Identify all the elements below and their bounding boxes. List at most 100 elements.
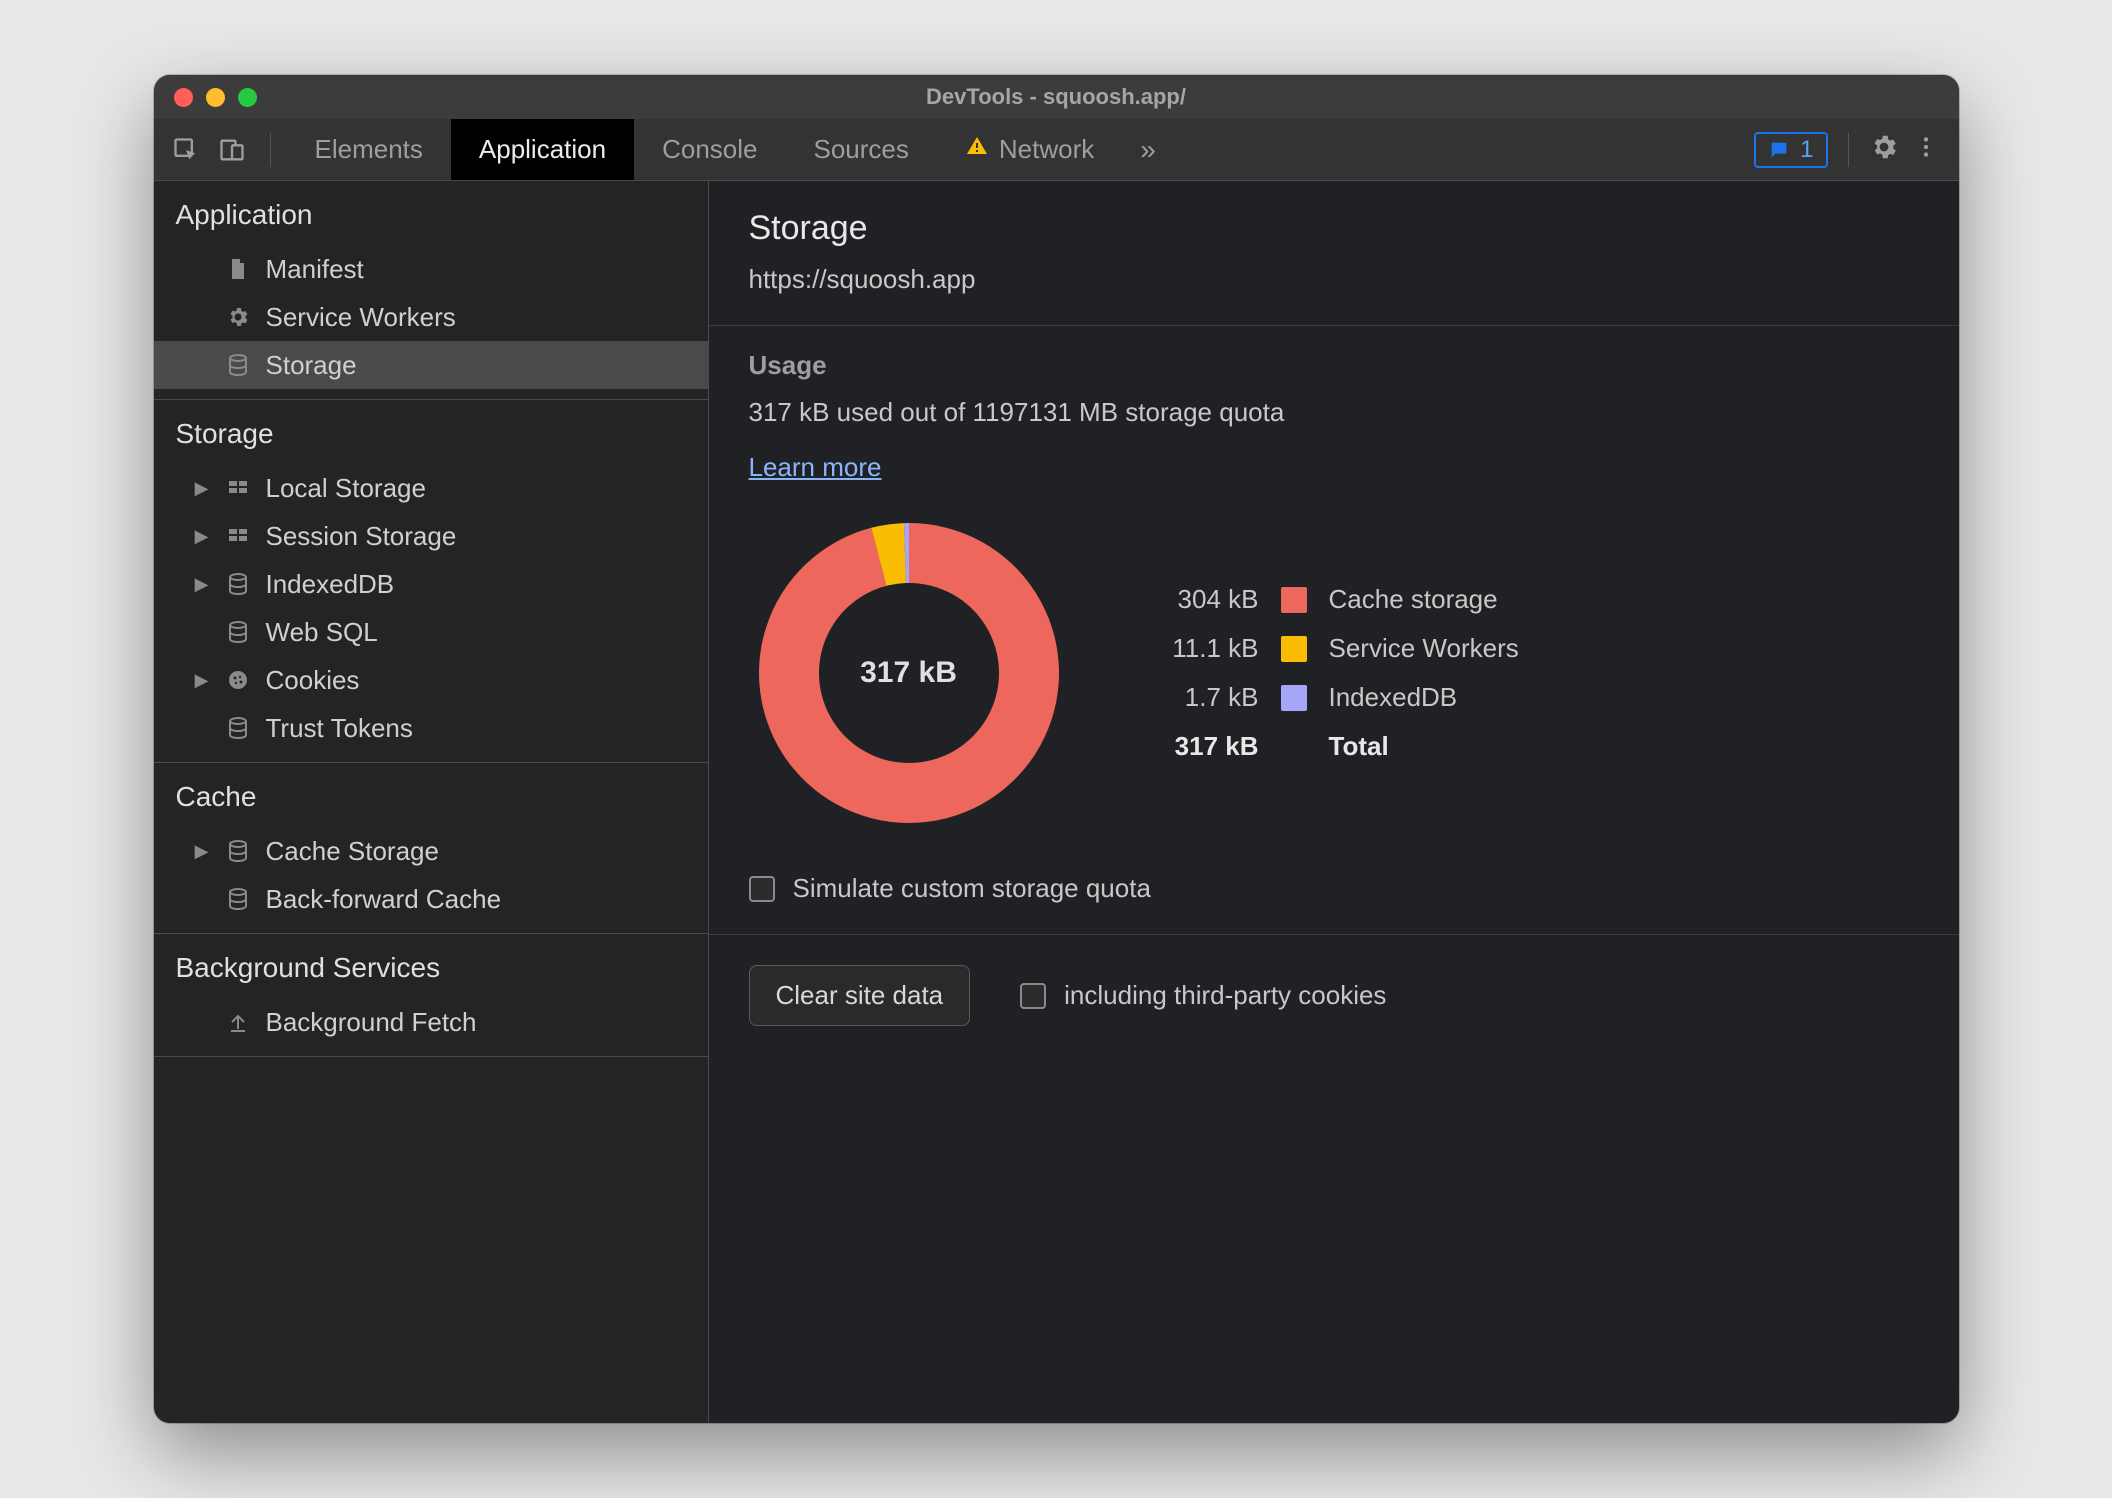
devtools-window: DevTools - squoosh.app/ Elements Applica…	[154, 75, 1959, 1423]
chevron-right-icon: ▶	[194, 670, 210, 691]
sidebar-item-back-forward-cache[interactable]: ▶Back-forward Cache	[154, 875, 708, 923]
chevron-right-icon: ▶	[194, 526, 210, 547]
sidebar-item-label: Back-forward Cache	[266, 884, 502, 915]
sidebar-item-label: Background Fetch	[266, 1007, 477, 1038]
usage-summary: 317 kB used out of 1197131 MB storage qu…	[749, 397, 1919, 428]
chevron-double-right-icon: »	[1140, 134, 1156, 166]
devtools-toolbar: Elements Application Console Sources Net…	[154, 119, 1959, 181]
inspect-element-icon[interactable]	[172, 136, 200, 164]
sidebar-item-label: Web SQL	[266, 617, 378, 648]
sidebar-item-label: Cookies	[266, 665, 360, 696]
database-icon	[224, 887, 252, 911]
database-icon	[224, 620, 252, 644]
legend-label: Cache storage	[1329, 584, 1519, 615]
separator	[1848, 133, 1849, 167]
panel-title: Storage	[749, 209, 1919, 248]
sidebar-item-trust-tokens[interactable]: ▶Trust Tokens	[154, 704, 708, 752]
legend-size: 304 kB	[1149, 584, 1259, 615]
cookie-icon	[224, 668, 252, 692]
minimize-icon[interactable]	[206, 88, 225, 107]
tab-overflow[interactable]: »	[1122, 119, 1174, 180]
sidebar-section-heading: Background Services	[154, 934, 708, 998]
sidebar-item-indexeddb[interactable]: ▶ IndexedDB	[154, 560, 708, 608]
sidebar-item-label: IndexedDB	[266, 569, 395, 600]
donut-center-label: 317 kB	[749, 513, 1069, 833]
warning-icon	[965, 134, 989, 165]
window-title: DevTools - squoosh.app/	[926, 84, 1186, 110]
sidebar-item-label: Service Workers	[266, 302, 456, 333]
tab-label: Elements	[315, 134, 423, 165]
sidebar-item-label: Storage	[266, 350, 357, 381]
separator	[270, 133, 271, 167]
third-party-cookies-checkbox[interactable]	[1020, 983, 1046, 1009]
close-icon[interactable]	[174, 88, 193, 107]
panel-tabs: Elements Application Console Sources Net…	[287, 119, 1174, 180]
sidebar-item-session-storage[interactable]: ▶ Session Storage	[154, 512, 708, 560]
learn-more-link[interactable]: Learn more	[749, 452, 882, 482]
usage-heading: Usage	[749, 350, 1919, 381]
messages-count: 1	[1800, 136, 1813, 164]
database-icon	[224, 716, 252, 740]
sidebar-item-label: Local Storage	[266, 473, 426, 504]
gear-icon	[224, 305, 252, 329]
console-messages-badge[interactable]: 1	[1754, 132, 1827, 168]
maximize-icon[interactable]	[238, 88, 257, 107]
legend-swatch	[1281, 636, 1307, 662]
clear-site-data-button[interactable]: Clear site data	[749, 965, 971, 1026]
tab-label: Application	[479, 134, 606, 165]
tab-sources[interactable]: Sources	[786, 119, 937, 180]
sidebar-item-cache-storage[interactable]: ▶Cache Storage	[154, 827, 708, 875]
table-icon	[224, 524, 252, 548]
simulate-quota-checkbox[interactable]	[749, 876, 775, 902]
sidebar-item-label: Trust Tokens	[266, 713, 413, 744]
tab-label: Sources	[814, 134, 909, 165]
chat-icon	[1768, 139, 1790, 161]
chevron-right-icon: ▶	[194, 478, 210, 499]
tab-label: Console	[662, 134, 757, 165]
sidebar-item-label: Session Storage	[266, 521, 457, 552]
tab-elements[interactable]: Elements	[287, 119, 451, 180]
sidebar-section-heading: Cache	[154, 763, 708, 827]
tab-network[interactable]: Network	[937, 119, 1122, 180]
sidebar-item-background-fetch[interactable]: ▶Background Fetch	[154, 998, 708, 1046]
tab-console[interactable]: Console	[634, 119, 785, 180]
table-icon	[224, 476, 252, 500]
legend-label: Service Workers	[1329, 633, 1519, 664]
legend-size: 1.7 kB	[1149, 682, 1259, 713]
sidebar-item-label: Cache Storage	[266, 836, 439, 867]
simulate-quota-label: Simulate custom storage quota	[793, 873, 1151, 904]
application-sidebar: Application▶Manifest▶Service Workers▶Sto…	[154, 181, 709, 1423]
database-icon	[224, 839, 252, 863]
kebab-menu-icon[interactable]	[1913, 134, 1939, 165]
tab-application[interactable]: Application	[451, 119, 634, 180]
storage-panel: Storage https://squoosh.app Usage 317 kB…	[709, 181, 1959, 1423]
sidebar-item-manifest[interactable]: ▶Manifest	[154, 245, 708, 293]
legend-total-size: 317 kB	[1149, 731, 1259, 762]
sidebar-section-heading: Application	[154, 181, 708, 245]
settings-icon[interactable]	[1869, 132, 1899, 167]
legend-swatch	[1281, 685, 1307, 711]
sidebar-item-storage[interactable]: ▶Storage	[154, 341, 708, 389]
usage-donut-chart: 317 kB	[749, 513, 1069, 833]
traffic-lights	[154, 88, 257, 107]
chevron-right-icon: ▶	[194, 574, 210, 595]
third-party-cookies-label: including third-party cookies	[1064, 980, 1386, 1011]
device-toggle-icon[interactable]	[218, 136, 246, 164]
usage-legend: 304 kB Cache storage 11.1 kB Service Worker…	[1149, 584, 1519, 762]
sidebar-section-heading: Storage	[154, 400, 708, 464]
sidebar-item-label: Manifest	[266, 254, 364, 285]
upload-icon	[224, 1010, 252, 1034]
window-titlebar: DevTools - squoosh.app/	[154, 75, 1959, 119]
file-icon	[224, 257, 252, 281]
legend-label: IndexedDB	[1329, 682, 1519, 713]
database-icon	[224, 353, 252, 377]
sidebar-item-service-workers[interactable]: ▶Service Workers	[154, 293, 708, 341]
sidebar-item-cookies[interactable]: ▶ Cookies	[154, 656, 708, 704]
sidebar-item-local-storage[interactable]: ▶ Local Storage	[154, 464, 708, 512]
legend-total-label: Total	[1329, 731, 1519, 762]
database-icon	[224, 572, 252, 596]
sidebar-item-web-sql[interactable]: ▶Web SQL	[154, 608, 708, 656]
legend-swatch	[1281, 587, 1307, 613]
legend-size: 11.1 kB	[1149, 633, 1259, 664]
tab-label: Network	[999, 134, 1094, 165]
